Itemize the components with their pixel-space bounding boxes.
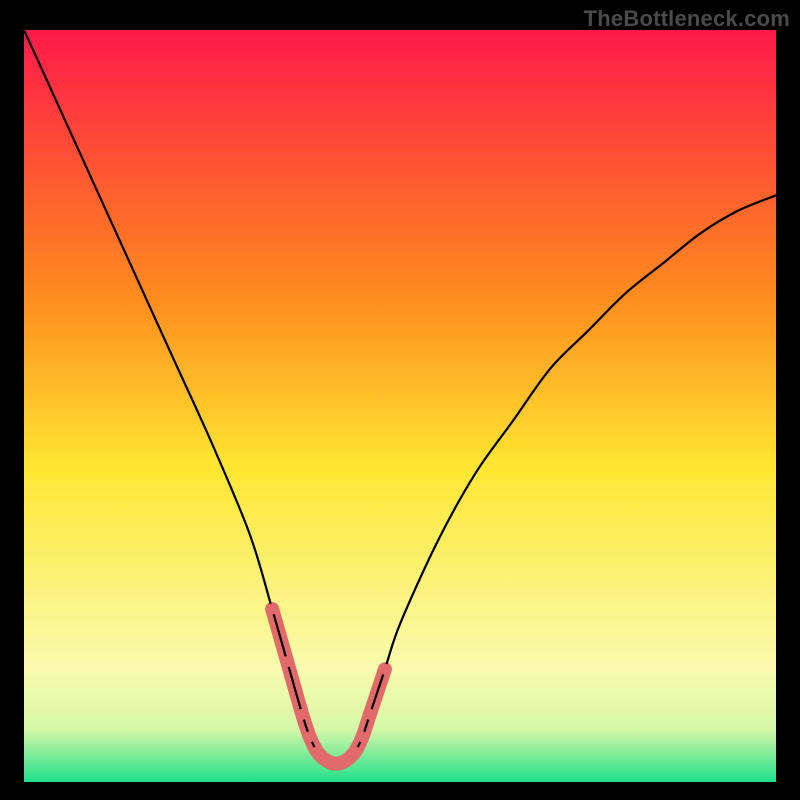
chart-svg (24, 30, 776, 782)
trough-dot (364, 709, 375, 720)
watermark-text: TheBottleneck.com (584, 6, 790, 32)
trough-dot (297, 709, 308, 720)
trough-dot (267, 604, 278, 615)
trough-dot (282, 656, 293, 667)
trough-dot (349, 746, 360, 757)
chart-frame: TheBottleneck.com (0, 0, 800, 800)
trough-dot (379, 664, 390, 675)
trough-dot (304, 731, 315, 742)
plot-area (24, 30, 776, 782)
trough-dot (357, 731, 368, 742)
